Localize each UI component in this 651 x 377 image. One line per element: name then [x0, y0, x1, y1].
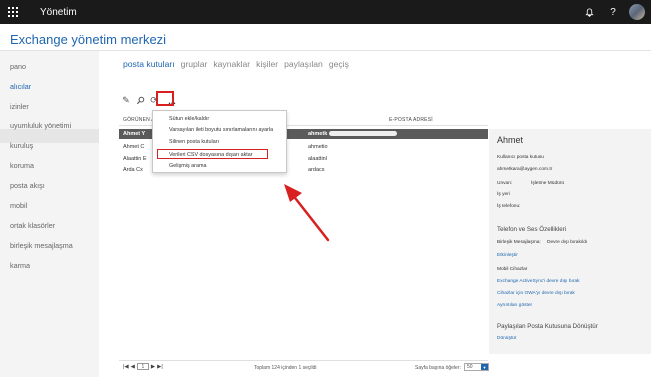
nav-item-izinler[interactable]: izinler — [10, 102, 29, 111]
mobile-devices-label: Mobil Cihazlar — [497, 267, 528, 272]
menu-item-gelismis-arama[interactable]: Gelişmiş arama — [169, 163, 206, 169]
menu-item-sutun-ekle[interactable]: Sütun ekle/kaldır — [169, 116, 209, 122]
details-type: Kullanıcı posta kutusu — [497, 155, 544, 160]
last-page-icon[interactable]: ▶| — [157, 364, 163, 370]
owa-disable-link[interactable]: Cihazlar için OWA'yı devre dışı bırak — [497, 291, 575, 296]
row-display-name: Alaattin E — [123, 156, 147, 162]
nav-item-birlesik-mesajlasma[interactable]: birleşik mesajlaşma — [10, 241, 73, 250]
row-email: alaattinl — [308, 156, 327, 162]
phone-voice-section-title: Telefon ve Ses Özellikleri — [497, 226, 567, 233]
nav-item-alicilar[interactable]: alıcılar — [10, 82, 31, 91]
csv-export-highlight — [157, 149, 268, 159]
nav-item-uyumluluk[interactable]: uyumluluk yönetimi — [10, 121, 71, 130]
page-title: Exchange yönetim merkezi — [10, 32, 167, 47]
page-size-value: 50 — [467, 364, 473, 370]
um-label: Birleşik Mesajlaşma: — [497, 240, 541, 245]
nav-item-mobil[interactable]: mobil — [10, 201, 27, 210]
row-email: ahmetk — [308, 131, 328, 137]
column-header-email[interactable]: E-POSTA ADRESİ — [389, 117, 433, 123]
tab-bar: posta kutuları gruplar kaynaklar kişiler… — [123, 59, 349, 69]
chevron-down-icon: ▼ — [481, 364, 488, 370]
um-enable-link[interactable]: Etkinleştir — [497, 253, 518, 258]
redacted-value — [329, 131, 397, 136]
tab-posta-kutulari[interactable]: posta kutuları — [123, 59, 175, 69]
nav-item-kurulus[interactable]: kuruluş — [10, 141, 33, 150]
left-nav: pano alıcılar izinler uyumluluk yönetimi… — [0, 51, 99, 377]
row-email: ardacs — [308, 167, 325, 173]
nav-item-posta-akisi[interactable]: posta akışı — [10, 181, 45, 190]
details-email: ahmetkara@aygen.com.tr — [497, 167, 553, 172]
page-number-input[interactable]: 1 — [136, 363, 149, 370]
bell-icon[interactable] — [577, 0, 601, 24]
app-launcher-icon[interactable] — [0, 0, 26, 24]
row-email: ahmetio — [308, 144, 328, 150]
tab-kisiler[interactable]: kişiler — [256, 59, 278, 69]
row-display-name: Ahmet C — [123, 144, 145, 150]
details-name: Ahmet — [497, 135, 524, 145]
edit-icon[interactable]: ✎ — [121, 95, 131, 106]
details-panel: Ahmet Kullanıcı posta kutusu ahmetkara@a… — [489, 129, 651, 354]
tab-gecis[interactable]: geçiş — [329, 59, 349, 69]
search-icon[interactable] — [135, 96, 145, 106]
convert-link[interactable]: Dönüştür — [497, 336, 516, 341]
more-button-highlight — [156, 91, 174, 106]
row-display-name: Arda Cx — [123, 167, 143, 173]
menu-item-ileti-boyutu[interactable]: Varsayılan ileti boyutu sınırlamalarını … — [169, 127, 273, 133]
top-bar: Yönetim ? — [0, 0, 651, 24]
page-size-select[interactable]: 50 ▼ — [464, 363, 489, 371]
nav-item-koruma[interactable]: koruma — [10, 161, 34, 170]
pager: |◀ ◀ 1 ▶ ▶| — [123, 363, 163, 370]
first-page-icon[interactable]: |◀ — [123, 364, 129, 370]
more-actions-menu: Sütun ekle/kaldır Varsayılan ileti boyut… — [152, 110, 287, 173]
table-footer: |◀ ◀ 1 ▶ ▶| Toplam 124 içinden 1 seçildi… — [119, 360, 489, 372]
selection-count: Toplam 124 içinden 1 seçildi — [254, 365, 317, 371]
shared-mailbox-section-title: Paylaşılan Posta Kutusuna Dönüştür — [497, 323, 598, 330]
row-display-name: Ahmet Y — [123, 131, 146, 137]
show-details-link[interactable]: Ayrıntıları göster — [497, 303, 532, 308]
details-workplace-label: İş yeri — [497, 192, 510, 197]
details-phone-label: İş telefonu: — [497, 204, 521, 209]
details-title-label: Unvan: — [497, 181, 513, 186]
app-frame: Yönetim ? Exchange yönetim merkezi pano … — [0, 0, 651, 377]
tab-kaynaklar[interactable]: kaynaklar — [213, 59, 250, 69]
next-page-icon[interactable]: ▶ — [151, 364, 155, 370]
um-value: Devre dışı bırakıldı — [547, 240, 588, 245]
prev-page-icon[interactable]: ◀ — [131, 364, 135, 370]
tab-gruplar[interactable]: gruplar — [181, 59, 208, 69]
app-name: Yönetim — [40, 6, 77, 18]
eas-disable-link[interactable]: Exchange ActiveSync'i devre dışı bırak — [497, 279, 580, 284]
nav-item-pano[interactable]: pano — [10, 62, 26, 71]
help-icon[interactable]: ? — [601, 0, 625, 24]
page-size-label: Sayfa başına öğeler: — [415, 365, 461, 371]
details-title-value: İşletme Müdürü — [531, 181, 565, 186]
menu-item-silinen-posta[interactable]: Silinen posta kutuları — [169, 139, 219, 145]
nav-item-ortak-klasorler[interactable]: ortak klasörler — [10, 221, 55, 230]
nav-item-karma[interactable]: karma — [10, 261, 30, 270]
avatar[interactable] — [629, 4, 645, 20]
tab-paylasilan[interactable]: paylaşılan — [284, 59, 323, 69]
